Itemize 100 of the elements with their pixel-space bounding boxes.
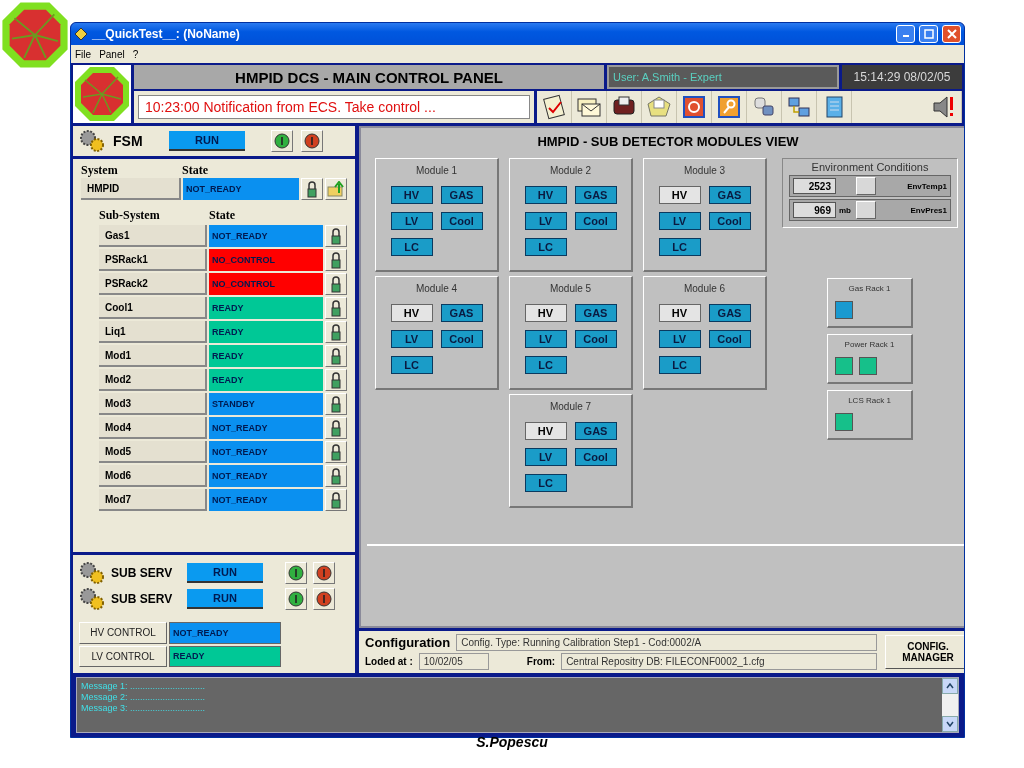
padlock-icon	[331, 347, 341, 365]
menu-item[interactable]: Panel	[99, 48, 125, 60]
lock-button[interactable]	[325, 297, 347, 319]
unit-button[interactable]: GAS	[574, 422, 617, 440]
unit-button[interactable]: LC	[658, 238, 701, 256]
subsystem-name: Cool1	[99, 297, 207, 319]
menu-item[interactable]: ?	[132, 48, 139, 60]
unit-button[interactable]: GAS	[574, 186, 617, 204]
lock-button[interactable]	[325, 441, 347, 463]
unit-button[interactable]: Cool	[708, 212, 751, 230]
start-button[interactable]	[271, 130, 293, 152]
chevron-down-icon	[946, 721, 954, 727]
unit-button[interactable]: LC	[524, 356, 567, 374]
unit-button[interactable]: LV	[658, 330, 701, 348]
unit-button[interactable]: LV	[390, 330, 433, 348]
configuration-label: Configuration	[365, 635, 451, 650]
start-button[interactable]	[285, 562, 307, 584]
unit-button[interactable]: Cool	[440, 212, 483, 230]
lock-button[interactable]	[301, 178, 323, 200]
stop-button[interactable]	[313, 588, 335, 610]
module-name: Module 7	[549, 401, 592, 412]
unit-button[interactable]: HV	[658, 186, 701, 204]
reading-value: 2523	[793, 178, 836, 194]
gears-icon	[79, 587, 105, 611]
network-icon	[786, 94, 812, 120]
reading-unit: mb	[839, 205, 851, 215]
lock-button[interactable]	[325, 321, 347, 343]
unit-button[interactable]: LV	[524, 212, 567, 230]
loaded-label: Loded at :	[365, 656, 413, 667]
state-cell: NO_CONTROL	[209, 249, 323, 271]
unit-button[interactable]: LC	[524, 474, 567, 492]
state-cell: NOT_READY	[183, 178, 299, 200]
unit-button[interactable]: LC	[390, 238, 433, 256]
lock-button[interactable]	[325, 345, 347, 367]
state-cell: NOT_READY	[209, 225, 323, 247]
unit-button[interactable]: GAS	[708, 304, 751, 322]
unit-button[interactable]: Cool	[574, 330, 617, 348]
logo-drawing	[73, 65, 131, 123]
unit-button[interactable]: LV	[390, 212, 433, 230]
lock-button[interactable]	[325, 249, 347, 271]
unit-button[interactable]: Cool	[574, 448, 617, 466]
unit-button[interactable]: LC	[658, 356, 701, 374]
close-button[interactable]	[942, 25, 961, 43]
unit-button[interactable]: Cool	[440, 330, 483, 348]
unit-button[interactable]: HV	[390, 304, 433, 322]
unit-button[interactable]: HV	[524, 304, 567, 322]
control-button[interactable]: LV CONTROL	[79, 645, 167, 667]
unit-button[interactable]: HV	[524, 422, 567, 440]
minimize-button[interactable]	[896, 25, 915, 43]
subsystem-name: Mod6	[99, 465, 207, 487]
rack-name: Gas Rack 1	[848, 284, 891, 293]
unit-button[interactable]: LC	[390, 356, 433, 374]
lock-button[interactable]	[325, 225, 347, 247]
unit-button[interactable]: HV	[658, 304, 701, 322]
unit-button[interactable]: HV	[390, 186, 433, 204]
lock-button[interactable]	[325, 369, 347, 391]
reading-button[interactable]	[856, 177, 876, 195]
config-manager-button[interactable]: CONFIG. MANAGER	[885, 635, 964, 669]
clock-display: 15:14:29 08/02/05	[842, 65, 962, 89]
chevron-up-icon	[946, 683, 954, 689]
service-label: SUB SERV	[111, 566, 174, 580]
column-header: System	[81, 163, 119, 178]
key-icon	[716, 94, 742, 120]
control-button[interactable]: HV CONTROL	[79, 622, 167, 644]
unit-button[interactable]: Cool	[708, 330, 751, 348]
unit-button[interactable]: LV	[524, 448, 567, 466]
padlock-icon	[331, 299, 341, 317]
unit-button[interactable]: Cool	[574, 212, 617, 230]
lock-button[interactable]	[325, 393, 347, 415]
maximize-button[interactable]	[919, 25, 938, 43]
unit-button[interactable]: GAS	[574, 304, 617, 322]
lock-button[interactable]	[325, 465, 347, 487]
scroll-up-button[interactable]	[942, 678, 958, 694]
system-name: HMPID	[81, 178, 181, 200]
unit-button[interactable]: GAS	[440, 186, 483, 204]
unit-button[interactable]: LV	[524, 330, 567, 348]
reading-button[interactable]	[856, 201, 876, 219]
reading-label: EnvTemp1	[906, 181, 947, 191]
lock-button[interactable]	[325, 417, 347, 439]
state-cell: READY	[209, 321, 323, 343]
scroll-down-button[interactable]	[942, 716, 958, 732]
padlock-icon	[331, 275, 341, 293]
state-cell: NOT_READY	[209, 417, 323, 439]
folder-button[interactable]	[325, 178, 347, 200]
unit-button[interactable]: LV	[658, 212, 701, 230]
subsystem-name: Mod7	[99, 489, 207, 511]
stop-button[interactable]	[313, 562, 335, 584]
unit-button[interactable]: LC	[524, 238, 567, 256]
lock-button[interactable]	[325, 273, 347, 295]
unit-button[interactable]: HV	[524, 186, 567, 204]
start-button[interactable]	[285, 588, 307, 610]
lock-button[interactable]	[325, 489, 347, 511]
unit-button[interactable]: GAS	[708, 186, 751, 204]
unit-button[interactable]: GAS	[440, 304, 483, 322]
author-name: S.Popescu	[476, 734, 548, 750]
message-line: Message 1: ..............................	[81, 681, 207, 692]
padlock-icon	[331, 227, 341, 245]
stop-button[interactable]	[301, 130, 323, 152]
state-cell: STANDBY	[209, 393, 323, 415]
menu-item[interactable]: File	[75, 48, 92, 60]
